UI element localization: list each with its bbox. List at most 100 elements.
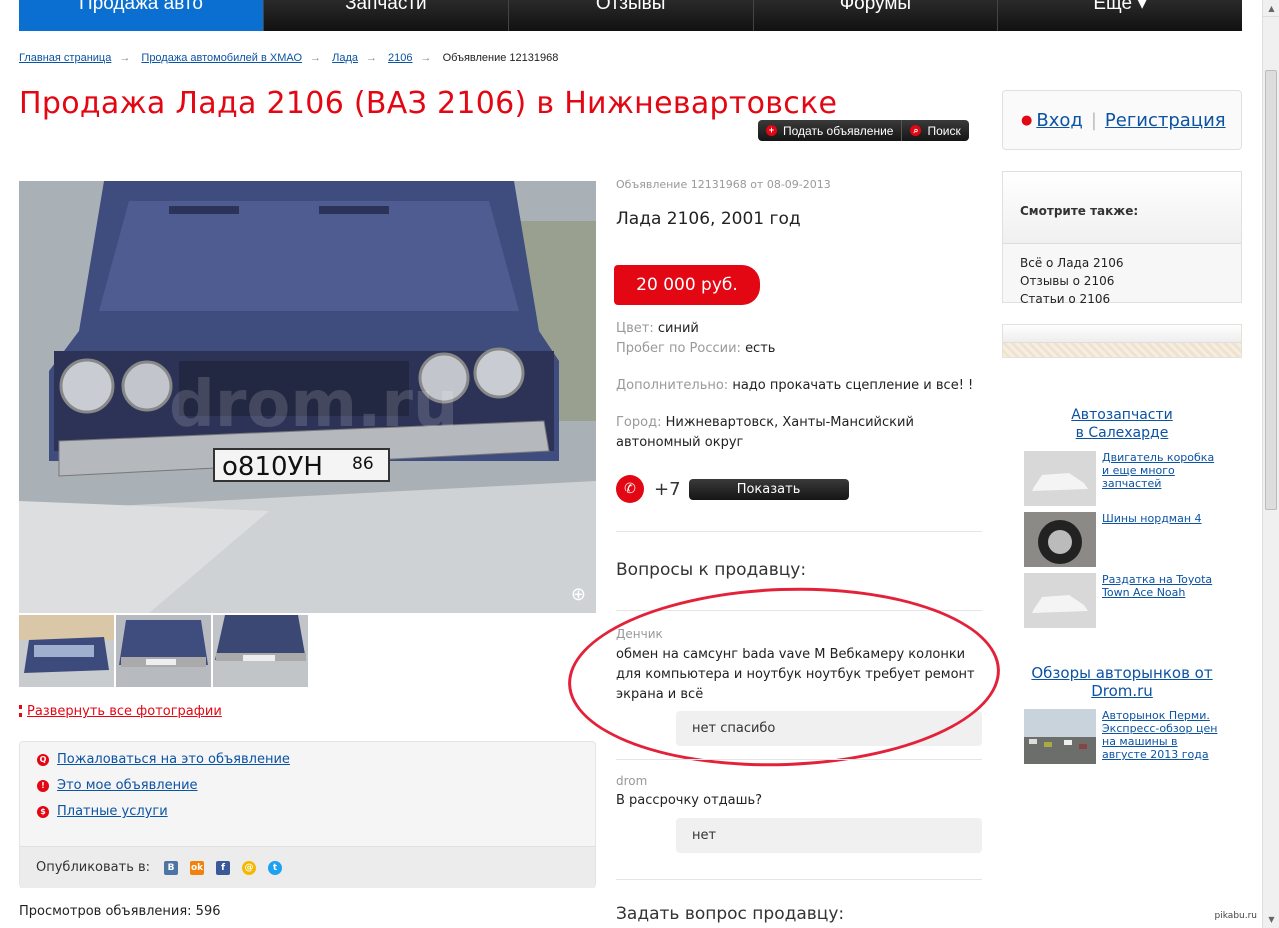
zoom-icon[interactable]: ⊕ [571, 584, 586, 605]
dots-icon [19, 705, 22, 717]
see-also-title: Смотрите также: [1003, 172, 1241, 244]
parts-section-title[interactable]: Автозапчасти в Салехарде [1002, 406, 1242, 442]
photo-thumbnail[interactable] [19, 615, 114, 687]
reviews-title-line: Обзоры авторынков от [1031, 664, 1213, 682]
tire-image [1024, 512, 1096, 567]
photo-thumbnail[interactable] [213, 615, 308, 687]
paid-services-link[interactable]: Платные услуги [57, 804, 168, 819]
review-item-label: Авторынок Перми. Экспресс-обзор цен на м… [1102, 709, 1218, 761]
breadcrumb-current: Объявление 12131968 [442, 52, 559, 64]
questions-title: Вопросы к продавцу: [616, 560, 807, 580]
post-ad-button[interactable]: + Подать объявление [758, 120, 903, 141]
phone-code: +7 [654, 478, 681, 500]
phone-row: ✆ +7 Показать телефон [616, 475, 849, 518]
arrow-right-icon: → [119, 52, 131, 64]
price-badge: 20 000 руб. [614, 265, 760, 305]
facebook-icon[interactable]: f [216, 860, 231, 875]
arrow-right-icon: → [365, 52, 377, 64]
spec-label: Город: [616, 415, 662, 430]
register-link[interactable]: Регистрация [1105, 110, 1226, 131]
parts-item[interactable]: Двигатель коробка и еще много запчастей [1024, 451, 1224, 506]
dollar-icon: $ [37, 805, 49, 818]
ad-actions-bar: + Подать объявление ⌕ Поиск [758, 120, 969, 141]
spec-label: Дополнительно: [616, 378, 729, 393]
parts-item-label: Двигатель коробка и еще много запчастей [1102, 451, 1215, 490]
car-title: Лада 2106, 2001 год [616, 209, 801, 229]
scroll-up-icon[interactable]: ▲ [1263, 0, 1279, 17]
spec-city: Город: Нижневартовск, Ханты-Мансийский а… [616, 413, 936, 453]
auth-box: ● Вход | Регистрация [1002, 90, 1242, 150]
login-link[interactable]: Вход [1036, 110, 1082, 131]
share-label: Опубликовать в: [36, 860, 151, 875]
paid-row: $ Платные услуги [37, 804, 168, 819]
scroll-thumb[interactable] [1265, 70, 1277, 510]
twitter-icon[interactable]: t [268, 860, 283, 875]
my-ad-link[interactable]: Это мое объявление [57, 778, 198, 793]
divider [616, 879, 982, 880]
see-also-link[interactable]: Всё о Лада 2106 [1020, 254, 1241, 272]
odnoklassniki-icon[interactable]: ok [190, 860, 205, 875]
spec-value: синий [657, 321, 699, 336]
seller-answer: нет [676, 818, 982, 853]
search-button[interactable]: ⌕ Поиск [902, 120, 968, 141]
search-label: Поиск [927, 123, 961, 138]
phone-icon: ✆ [616, 475, 644, 503]
views-count: Просмотров объявления: 596 [19, 904, 221, 919]
nav-more[interactable]: Еще ▾ [998, 0, 1242, 31]
ad-meta: Объявление 12131968 от 08-09-2013 [616, 178, 831, 191]
spec-value: есть [745, 341, 776, 356]
key-icon: ● [1021, 112, 1033, 128]
spec-value: Нижневартовск, Ханты-Мансийский автономн… [616, 415, 914, 450]
spec-label: Цвет: [616, 321, 654, 336]
plate-number: о810УН [222, 452, 323, 482]
nav-reviews[interactable]: Отзывы [509, 0, 754, 31]
spec-label: Пробег по России: [616, 341, 741, 356]
nav-forums[interactable]: Форумы [754, 0, 999, 31]
complain-row: Q Пожаловаться на это объявление [37, 752, 290, 767]
question-author: drom [616, 774, 648, 788]
see-also-link[interactable]: Отзывы о 2106 [1020, 272, 1241, 290]
banner-tab [1003, 325, 1241, 343]
arrow-right-icon: → [310, 52, 322, 64]
breadcrumb-model[interactable]: 2106 [388, 52, 412, 64]
see-also-link[interactable]: Статьи о 2106 [1020, 290, 1241, 308]
spec-extra: Дополнительно: надо прокачать сцепление … [616, 376, 973, 396]
car-market-image [1024, 709, 1096, 764]
mail-icon[interactable]: @ [242, 860, 257, 875]
scrollbar[interactable]: ▲ ▼ [1262, 0, 1279, 928]
divider [616, 759, 982, 760]
reviews-section-title[interactable]: Обзоры авторынков от Drom.ru [1002, 664, 1242, 700]
spec-mileage: Пробег по России: есть [616, 339, 775, 359]
parts-item[interactable]: Шины нордман 4 [1024, 512, 1224, 567]
scroll-down-icon[interactable]: ▼ [1263, 911, 1279, 928]
breadcrumb-home[interactable]: Главная страница [19, 52, 111, 64]
top-nav: Продажа авто Запчасти Отзывы Форумы Еще … [19, 0, 1242, 31]
banner-strip [1002, 324, 1242, 358]
share-bar: Опубликовать в: B ok f @ t [20, 846, 595, 888]
expand-photos-label: Развернуть все фотографии [27, 704, 222, 719]
car-placeholder-icon [1024, 451, 1096, 506]
nav-sale[interactable]: Продажа авто [19, 0, 264, 31]
site-watermark: pikabu.ru [1214, 911, 1257, 921]
breadcrumb-region[interactable]: Продажа автомобилей в ХМАО [141, 52, 302, 64]
breadcrumb: Главная страница → Продажа автомобилей в … [19, 52, 558, 64]
divider [616, 531, 982, 532]
vk-icon[interactable]: B [164, 860, 179, 875]
ask-question-title: Задать вопрос продавцу: [616, 904, 845, 924]
review-item[interactable]: Авторынок Перми. Экспресс-обзор цен на м… [1024, 709, 1224, 764]
parts-item-label: Шины нордман 4 [1102, 512, 1202, 525]
expand-photos-link[interactable]: Развернуть все фотографии [19, 704, 222, 719]
complain-link[interactable]: Пожаловаться на это объявление [57, 752, 290, 767]
parts-item[interactable]: Раздатка на Toyota Town Ace Noah [1024, 573, 1224, 628]
plate-region: 86 [352, 454, 374, 474]
plus-icon: + [766, 125, 777, 136]
main-photo[interactable]: о810УН 86 drom.ru ⊕ [19, 181, 596, 613]
photo-thumbnail[interactable] [116, 615, 211, 687]
spec-value: надо прокачать сцепление и все! ! [732, 378, 974, 393]
see-also-box: Смотрите также: Всё о Лада 2106 Отзывы о… [1002, 171, 1242, 306]
breadcrumb-brand[interactable]: Лада [332, 52, 358, 64]
alert-icon: ! [37, 779, 49, 792]
nav-parts[interactable]: Запчасти [264, 0, 509, 31]
search-icon: Q [37, 753, 49, 766]
show-phone-button[interactable]: Показать телефон [688, 478, 849, 518]
